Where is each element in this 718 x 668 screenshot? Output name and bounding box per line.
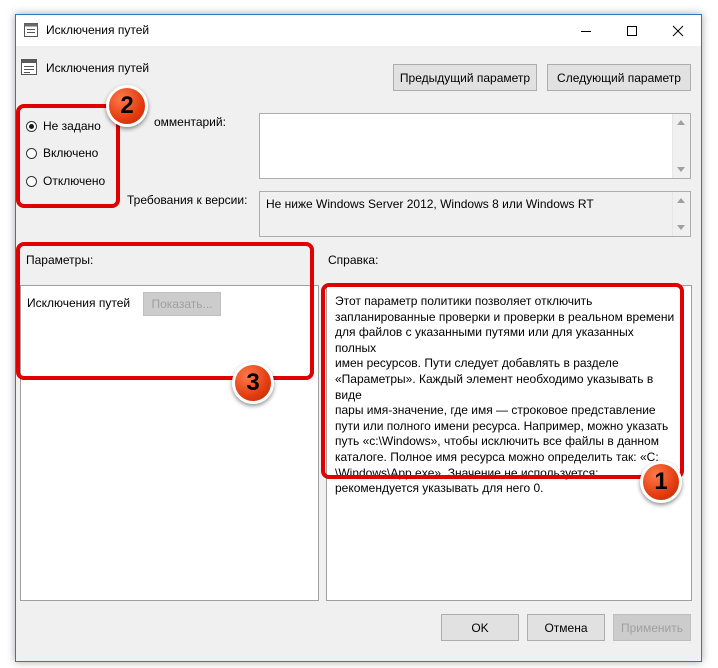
policy-name: Исключения путей xyxy=(46,61,150,75)
minimize-button[interactable] xyxy=(563,15,609,46)
scroll-down-icon xyxy=(677,167,685,172)
annotation-badge-3: 3 xyxy=(232,362,274,404)
help-header: Справка: xyxy=(328,253,379,267)
comment-label: омментарий: xyxy=(154,115,226,129)
maximize-button[interactable] xyxy=(609,15,655,46)
close-button[interactable] xyxy=(655,15,701,46)
scroll-up-icon xyxy=(677,120,685,125)
comment-input[interactable] xyxy=(259,113,691,179)
annotation-box-3 xyxy=(16,242,314,380)
policy-app-icon xyxy=(24,23,38,37)
minimize-icon xyxy=(581,30,591,32)
annotation-badge-2: 2 xyxy=(106,85,148,127)
next-setting-button[interactable]: Следующий параметр xyxy=(547,64,691,91)
scroll-up-icon xyxy=(677,198,685,203)
annotation-box-2 xyxy=(16,104,120,208)
cancel-button[interactable]: Отмена xyxy=(527,614,605,641)
policy-setting-icon xyxy=(21,59,37,75)
scroll-down-icon xyxy=(677,225,685,230)
ok-button[interactable]: OK xyxy=(441,614,519,641)
supported-on-value: Не ниже Windows Server 2012, Windows 8 и… xyxy=(266,197,594,211)
title-bar[interactable]: Исключения путей xyxy=(16,15,701,46)
close-icon xyxy=(672,25,684,36)
annotation-box-1 xyxy=(321,283,684,479)
supported-on-label: Требования к версии: xyxy=(127,193,248,207)
maximize-icon xyxy=(627,25,637,36)
window-title: Исключения путей xyxy=(46,23,150,37)
previous-setting-button[interactable]: Предыдущий параметр xyxy=(393,64,537,91)
comment-scrollbar[interactable] xyxy=(672,114,690,178)
annotation-badge-1: 1 xyxy=(640,461,682,503)
apply-button[interactable]: Применить xyxy=(613,614,691,641)
supported-scrollbar[interactable] xyxy=(672,192,690,236)
supported-on-field: Не ниже Windows Server 2012, Windows 8 и… xyxy=(259,191,691,237)
